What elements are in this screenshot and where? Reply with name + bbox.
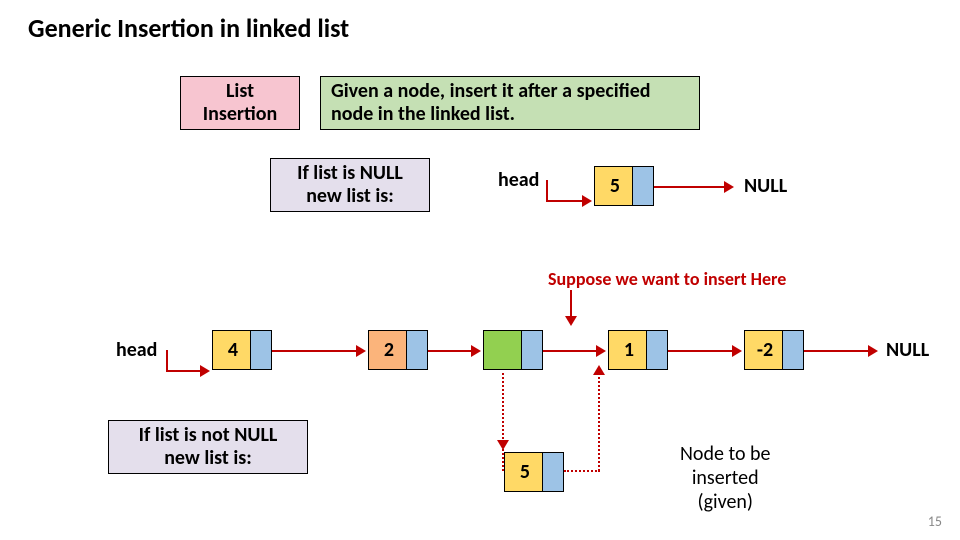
arrow-suppose	[565, 316, 577, 326]
label-node-to-insert: Node to be inserted (given)	[680, 442, 770, 514]
node-1-data: 1	[609, 331, 649, 369]
node-4: 4	[212, 330, 272, 370]
node-m2-data: -2	[745, 331, 785, 369]
node-1-ptr	[646, 331, 667, 369]
box-given: Given a node, insert it after a specifie…	[320, 76, 700, 130]
label-null-1: NULL	[744, 174, 787, 198]
box-if-null: If list is NULL new list is:	[270, 158, 430, 212]
node-5b-ptr	[542, 453, 563, 491]
node-m2: -2	[744, 330, 804, 370]
conn-suppose-v	[570, 290, 572, 318]
node-4-data: 4	[213, 331, 253, 369]
arrow-2-gap	[471, 345, 481, 357]
node-2: 2	[368, 330, 428, 370]
conn-head1-v	[546, 180, 548, 202]
node-gap-ptr	[521, 331, 542, 369]
arrow-dot-up	[593, 365, 605, 375]
conn-head2-h	[166, 370, 202, 372]
arrow-dot-into-5b-hidden	[497, 440, 509, 450]
label-suppose: Suppose we want to insert Here	[548, 268, 786, 290]
node-5b-data: 5	[505, 453, 545, 491]
conn-4-2	[272, 350, 358, 352]
arrow-head1	[582, 195, 592, 207]
slide: Generic Insertion in linked list List In…	[0, 0, 960, 540]
page-title: Generic Insertion in linked list	[28, 12, 349, 44]
conn-1-m2	[668, 350, 734, 352]
conn-5a-null	[654, 186, 726, 188]
conn-dot-down-left-v	[502, 373, 504, 471]
node-1: 1	[608, 330, 668, 370]
arrow-gap-1	[596, 345, 606, 357]
box-list-insertion: List Insertion	[180, 76, 300, 130]
label-head-2: head	[116, 338, 157, 362]
arrow-4-2	[356, 345, 366, 357]
conn-dot-up-right-h	[564, 470, 600, 472]
box-if-not-null: If list is not NULL new list is:	[108, 420, 308, 474]
node-4-ptr	[250, 331, 271, 369]
node-gap	[483, 330, 543, 370]
node-m2-ptr	[782, 331, 803, 369]
node-5b: 5	[504, 452, 564, 492]
node-gap-data	[484, 331, 524, 369]
arrow-1-m2	[732, 345, 742, 357]
page-number: 15	[928, 513, 942, 530]
node-5a-data: 5	[595, 167, 635, 205]
conn-dot-up-right-v	[598, 373, 600, 471]
label-head-1: head	[498, 168, 539, 192]
node-5a-ptr	[632, 167, 653, 205]
node-2-data: 2	[369, 331, 409, 369]
conn-head2-v	[166, 350, 168, 372]
conn-2-gap	[428, 350, 473, 352]
conn-m2-null	[804, 350, 870, 352]
node-2-ptr	[406, 331, 427, 369]
arrow-5a-null	[724, 181, 734, 193]
arrow-head2	[200, 365, 210, 377]
label-null-2: NULL	[886, 338, 929, 362]
arrow-m2-null	[868, 345, 878, 357]
node-5a: 5	[594, 166, 654, 206]
conn-gap-1	[543, 350, 598, 352]
conn-head1-h	[546, 200, 584, 202]
